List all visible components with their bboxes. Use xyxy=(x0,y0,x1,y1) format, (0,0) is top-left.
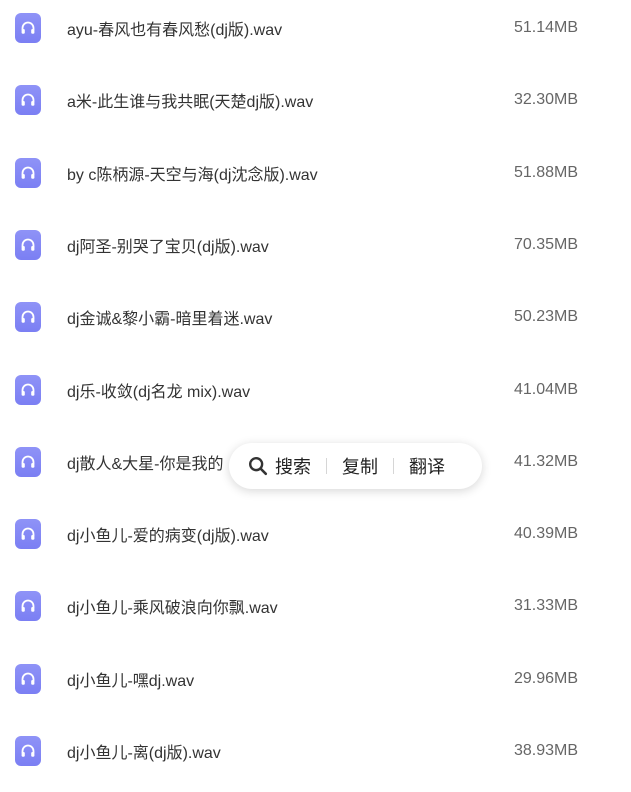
file-name: dj小鱼儿-嘿dj.wav xyxy=(67,672,195,690)
copy-button-label: 复制 xyxy=(342,457,378,477)
file-size: 41.04MB xyxy=(513,380,578,398)
file-row[interactable]: ayu-春风也有春风愁(dj版).wav 51.14MB xyxy=(0,0,631,58)
file-list-page: ayu-春风也有春风愁(dj版).wav 51.14MB a米-此生谁与我共眠(天楚… xyxy=(0,0,631,792)
copy-button[interactable]: 复制 xyxy=(342,453,378,479)
headphones-icon xyxy=(15,519,41,550)
file-name: dj金诚&黎小霸-暗里着迷.wav xyxy=(67,311,273,329)
headphones-icon xyxy=(15,736,41,766)
file-name: by c陈柄源-天空与海(dj沈念版).wav xyxy=(67,166,318,184)
headphones-icon xyxy=(15,591,41,622)
file-row[interactable]: dj小鱼儿-离(dj版).wav 38.93MB xyxy=(0,721,631,781)
search-icon xyxy=(249,457,268,476)
file-name: ayu-春风也有春风愁(dj版).wav xyxy=(67,22,283,39)
file-name: dj阿圣-别哭了宝贝(dj版).wav xyxy=(67,238,269,256)
divider xyxy=(393,458,394,474)
file-row[interactable]: dj小鱼儿-嘿dj.wav 29.96MB xyxy=(0,649,631,709)
file-size: 32.30MB xyxy=(513,91,578,109)
file-row[interactable]: dj乐-收敛(dj名龙 mix).wav 41.04MB xyxy=(0,360,631,420)
headphones-icon xyxy=(15,85,41,116)
file-size: 40.39MB xyxy=(513,525,578,543)
file-row[interactable]: by c陈柄源-天空与海(dj沈念版).wav 51.88MB xyxy=(0,143,631,203)
headphones-icon xyxy=(15,157,41,188)
headphones-icon xyxy=(15,446,41,477)
headphones-icon xyxy=(15,663,41,694)
search-button-label: 搜索 xyxy=(275,457,311,477)
headphones-icon xyxy=(15,13,41,43)
file-size: 31.33MB xyxy=(513,597,578,615)
text-selection-popup: 搜索 复制 翻译 xyxy=(229,443,482,489)
file-row[interactable]: dj金诚&黎小霸-暗里着迷.wav 50.23MB xyxy=(0,287,631,347)
file-name: dj小鱼儿-离(dj版).wav xyxy=(67,745,221,762)
file-size: 51.88MB xyxy=(513,163,578,181)
file-row[interactable]: dj小鱼儿-乘风破浪向你飘.wav 31.33MB xyxy=(0,576,631,636)
translate-button-label: 翻译 xyxy=(409,457,445,477)
file-name: dj乐-收敛(dj名龙 mix).wav xyxy=(67,383,251,401)
file-name: dj小鱼儿-乘风破浪向你飘.wav xyxy=(67,600,278,618)
file-row[interactable]: a米-此生谁与我共眠(天楚dj版).wav 32.30MB xyxy=(0,70,631,130)
file-row[interactable]: dj小鱼儿-爱的病变(dj版).wav 40.39MB xyxy=(0,504,631,564)
file-row[interactable]: dj阿圣-别哭了宝贝(dj版).wav 70.35MB xyxy=(0,215,631,275)
file-size: 50.23MB xyxy=(513,308,578,326)
headphones-icon xyxy=(15,302,41,333)
translate-button[interactable]: 翻译 xyxy=(409,453,445,479)
divider xyxy=(326,458,327,474)
file-name: dj小鱼儿-爱的病变(dj版).wav xyxy=(67,528,269,546)
headphones-icon xyxy=(15,229,41,260)
file-size: 38.93MB xyxy=(513,742,578,759)
file-size: 29.96MB xyxy=(513,669,578,687)
file-size: 51.14MB xyxy=(513,19,578,36)
file-name: dj散人&大星-你是我的 xyxy=(67,455,224,473)
file-name: a米-此生谁与我共眠(天楚dj版).wav xyxy=(67,94,314,112)
headphones-icon xyxy=(15,374,41,405)
search-button[interactable]: 搜索 xyxy=(247,453,311,479)
file-size: 41.32MB xyxy=(513,452,578,470)
file-size: 70.35MB xyxy=(513,235,578,253)
